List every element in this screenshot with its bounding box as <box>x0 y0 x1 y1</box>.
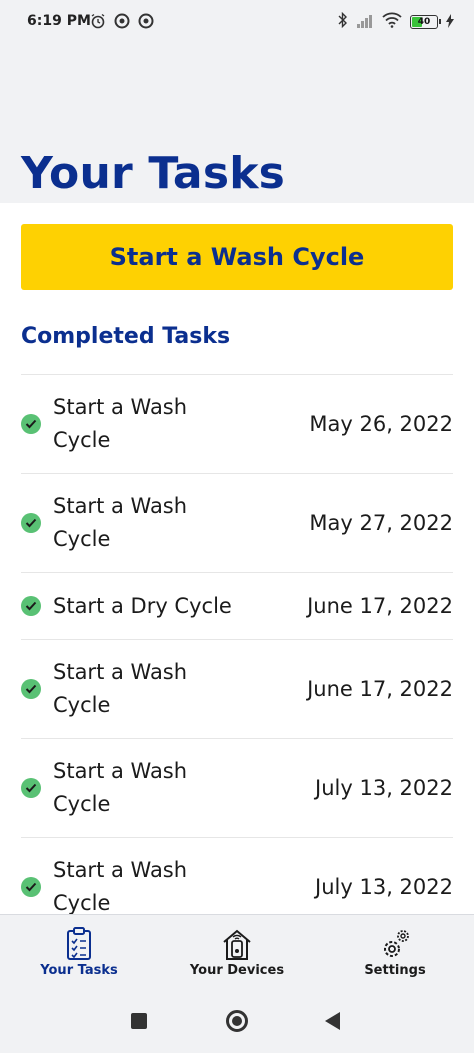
task-row: Start a Wash Cycle June 17, 2022 <box>21 639 453 738</box>
task-date: May 26, 2022 <box>309 412 453 436</box>
check-icon <box>21 877 41 897</box>
nav-your-tasks[interactable]: Your Tasks <box>0 915 158 991</box>
devices-home-icon <box>221 927 253 961</box>
nav-label: Settings <box>364 963 426 978</box>
status-system-icons: 40 <box>338 11 454 32</box>
task-name: Start a Wash Cycle <box>53 395 188 452</box>
status-time: 6:19 PM <box>27 13 91 29</box>
task-date: July 13, 2022 <box>315 776 453 800</box>
task-row: Start a Wash Cycle May 26, 2022 <box>21 374 453 473</box>
start-wash-cycle-button[interactable]: Start a Wash Cycle <box>21 224 453 290</box>
signal-icon <box>356 13 374 32</box>
nav-your-devices[interactable]: Your Devices <box>158 915 316 991</box>
task-row: Start a Dry Cycle June 17, 2022 <box>21 572 453 639</box>
app-notification-icon <box>138 13 154 29</box>
wifi-icon <box>382 12 402 32</box>
nav-settings[interactable]: Settings <box>316 915 474 991</box>
task-row: Start a Wash Cycle May 27, 2022 <box>21 473 453 572</box>
back-icon[interactable] <box>325 1012 340 1030</box>
bluetooth-icon <box>338 11 348 32</box>
check-icon <box>21 596 41 616</box>
task-date: May 27, 2022 <box>309 511 453 535</box>
task-date: June 17, 2022 <box>307 677 453 701</box>
task-date: June 17, 2022 <box>307 594 453 618</box>
task-name: Start a Wash Cycle <box>53 858 188 915</box>
task-name: Start a Wash Cycle <box>53 660 188 717</box>
status-notification-icons <box>90 13 154 29</box>
tasks-clipboard-icon <box>63 927 95 961</box>
charging-icon <box>446 13 454 32</box>
check-icon <box>21 414 41 434</box>
task-row: Start a Wash Cycle July 13, 2022 <box>21 738 453 837</box>
check-icon <box>21 679 41 699</box>
recent-apps-icon[interactable] <box>131 1013 147 1029</box>
completed-task-list: Start a Wash Cycle May 26, 2022 Start a … <box>21 374 453 936</box>
check-icon <box>21 778 41 798</box>
task-name: Start a Dry Cycle <box>53 593 232 618</box>
completed-tasks-heading: Completed Tasks <box>21 324 231 349</box>
task-name: Start a Wash Cycle <box>53 494 188 551</box>
nav-label: Your Devices <box>189 963 285 978</box>
app-notification-icon <box>114 13 130 29</box>
bottom-navigation: Your Tasks Your Devices Settings <box>0 914 474 991</box>
status-bar: 6:19 PM 40 <box>0 0 474 44</box>
alarm-icon <box>90 13 106 29</box>
header-area: 6:19 PM 40 Your Tasks <box>0 0 474 203</box>
page-title: Your Tasks <box>21 148 286 199</box>
nav-label: Your Tasks <box>40 963 118 978</box>
home-icon[interactable] <box>226 1010 248 1032</box>
system-navigation-bar <box>0 991 474 1053</box>
battery-level: 40 <box>417 17 431 27</box>
task-name: Start a Wash Cycle <box>53 759 188 816</box>
task-date: July 13, 2022 <box>315 875 453 899</box>
check-icon <box>21 513 41 533</box>
settings-gear-icon <box>379 927 411 961</box>
battery-icon: 40 <box>410 15 441 29</box>
